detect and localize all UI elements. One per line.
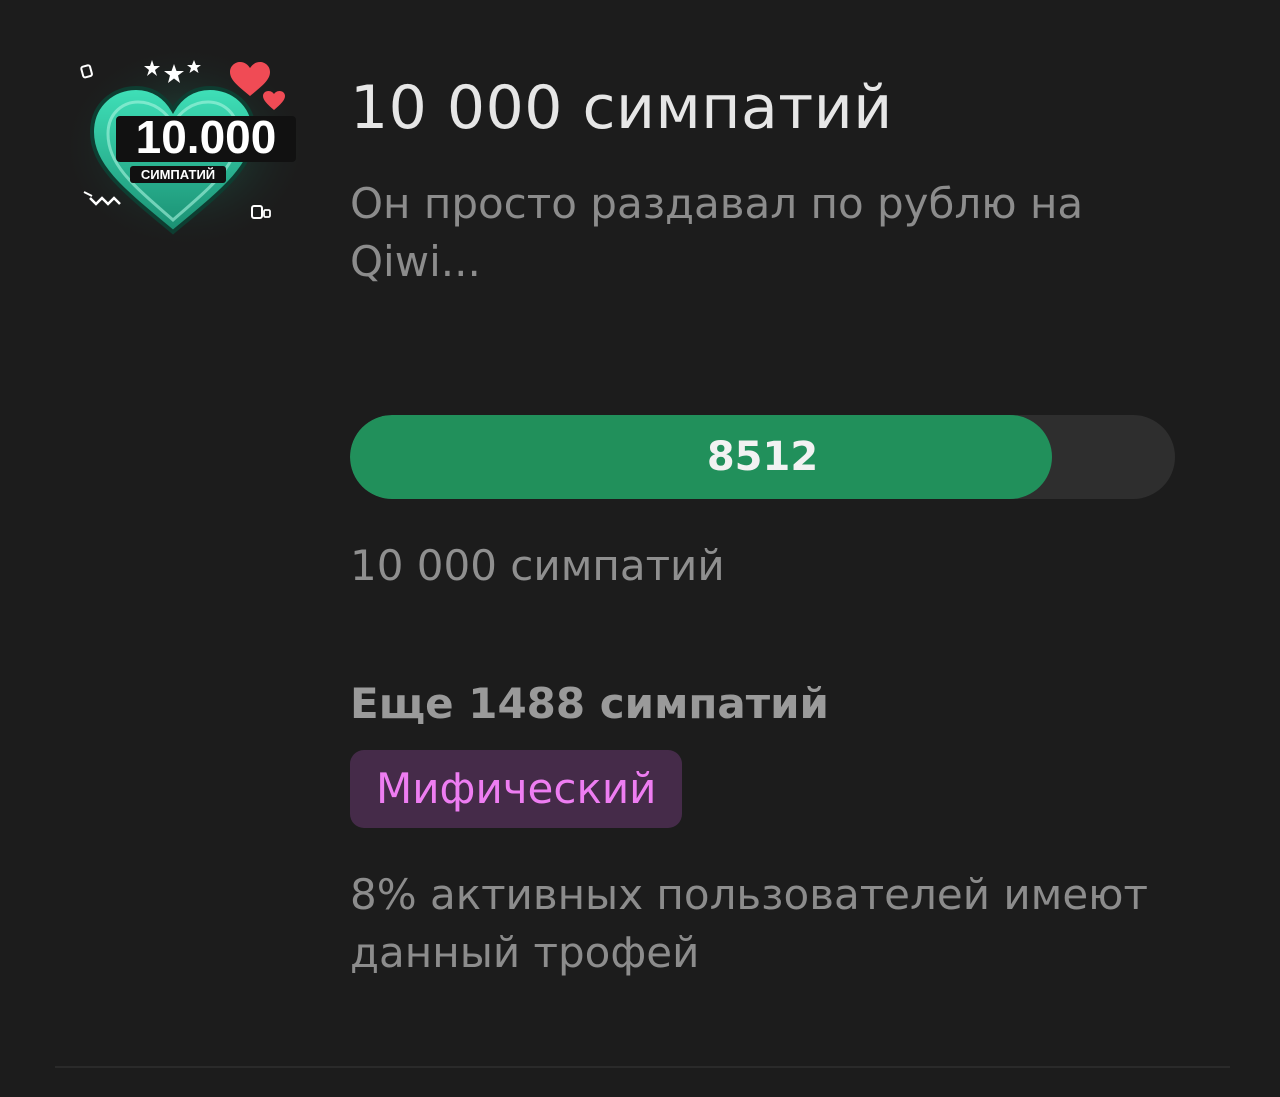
badge-number: 10.000 xyxy=(136,111,277,163)
remaining-label: Еще 1488 симпатий xyxy=(350,679,829,728)
divider xyxy=(55,1066,1230,1068)
trophy-title: 10 000 симпатий xyxy=(350,73,893,143)
trophy-badge-image: 10.000 СИМПАТИЙ xyxy=(70,52,300,242)
trophy-card: 10.000 СИМПАТИЙ 10 000 симпатий Он прост… xyxy=(0,0,1280,1097)
badge-caption: СИМПАТИЙ xyxy=(141,167,215,182)
rarity-badge: Мифический xyxy=(350,750,683,828)
trophy-description: Он просто раздавал по рублю на Qiwi... xyxy=(350,179,1084,286)
progress-bar: 8512 xyxy=(350,415,1175,499)
progress-value: 8512 xyxy=(706,434,819,480)
goal-label: 10 000 симпатий xyxy=(350,541,725,590)
ownership-stat: 8% активных пользователей имеют данный т… xyxy=(350,870,1148,977)
